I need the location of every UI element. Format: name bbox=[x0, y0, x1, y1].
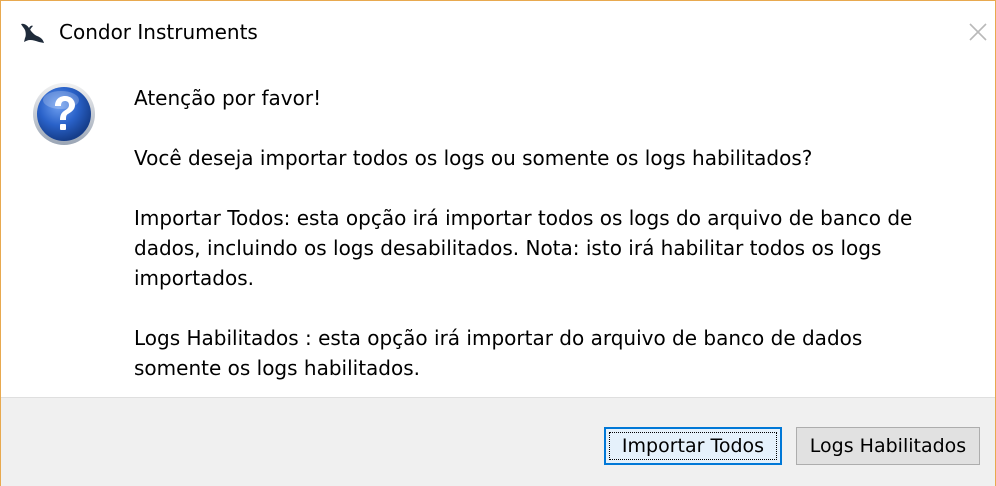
message-heading: Atenção por favor! bbox=[134, 86, 322, 110]
dialog-window: Condor Instruments Atenção por favor! Vo… bbox=[0, 0, 996, 486]
import-all-button[interactable]: Importar Todos bbox=[604, 427, 782, 465]
enabled-logs-button[interactable]: Logs Habilitados bbox=[796, 427, 980, 465]
message-question: Você deseja importar todos os logs ou so… bbox=[134, 146, 813, 170]
condor-bird-icon bbox=[21, 23, 44, 43]
window-title: Condor Instruments bbox=[59, 20, 258, 44]
message-import-all-description: Importar Todos: esta opção irá importar … bbox=[134, 206, 913, 290]
question-mark-icon bbox=[33, 83, 95, 145]
title-bar[interactable]: Condor Instruments bbox=[1, 1, 995, 63]
enabled-logs-button-label: Logs Habilitados bbox=[809, 435, 967, 457]
focus-rectangle bbox=[609, 432, 777, 460]
message-enabled-logs-description: Logs Habilitados : esta opção irá import… bbox=[134, 326, 863, 380]
dialog-content: Atenção por favor! Você deseja importar … bbox=[1, 63, 995, 395]
button-bar: Importar Todos Logs Habilitados bbox=[1, 397, 995, 486]
close-icon[interactable] bbox=[961, 15, 995, 49]
